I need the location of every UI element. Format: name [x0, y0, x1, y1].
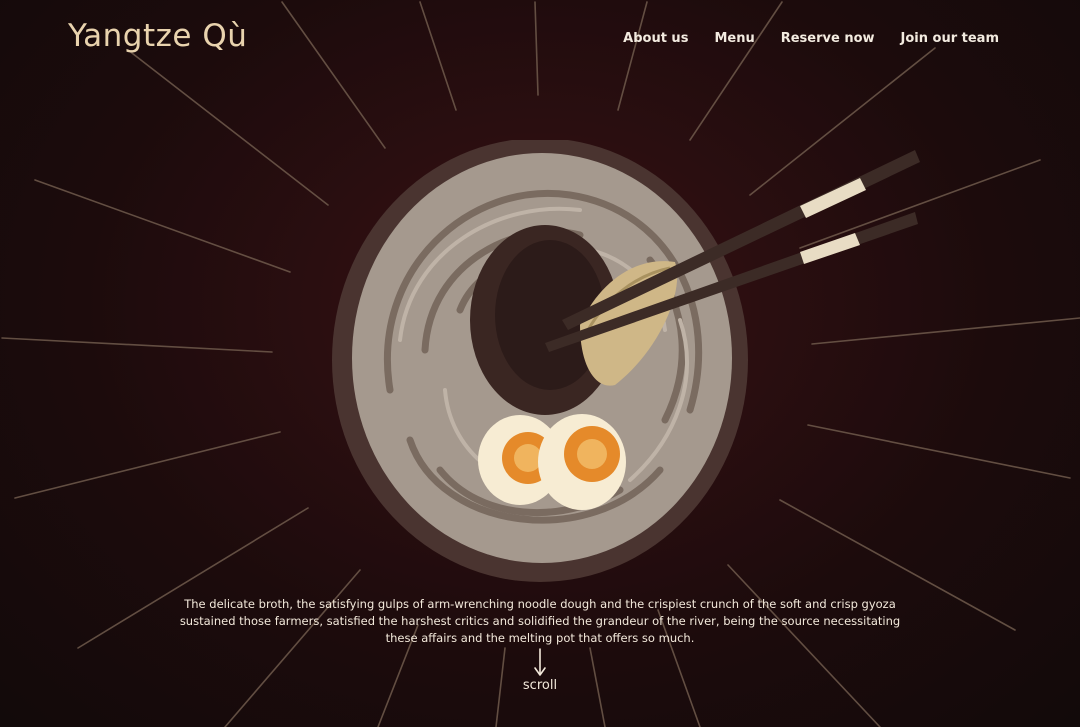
scroll-indicator[interactable]: scroll	[514, 648, 566, 693]
hero-tagline: The delicate broth, the satisfying gulps…	[179, 597, 901, 645]
nav-reserve-now[interactable]: Reserve now	[781, 31, 875, 46]
nav-join-our-team[interactable]: Join our team	[901, 31, 999, 46]
nav-about-us[interactable]: About us	[623, 31, 688, 46]
nav-menu[interactable]: Menu	[714, 31, 754, 46]
noodle-bowl-illustration	[332, 140, 920, 582]
scroll-label: scroll	[522, 678, 558, 693]
brand-logo[interactable]: Yangtze Qù	[68, 18, 247, 54]
main-nav: About us Menu Reserve now Join our team	[623, 31, 999, 46]
arrow-down-icon	[534, 648, 546, 676]
